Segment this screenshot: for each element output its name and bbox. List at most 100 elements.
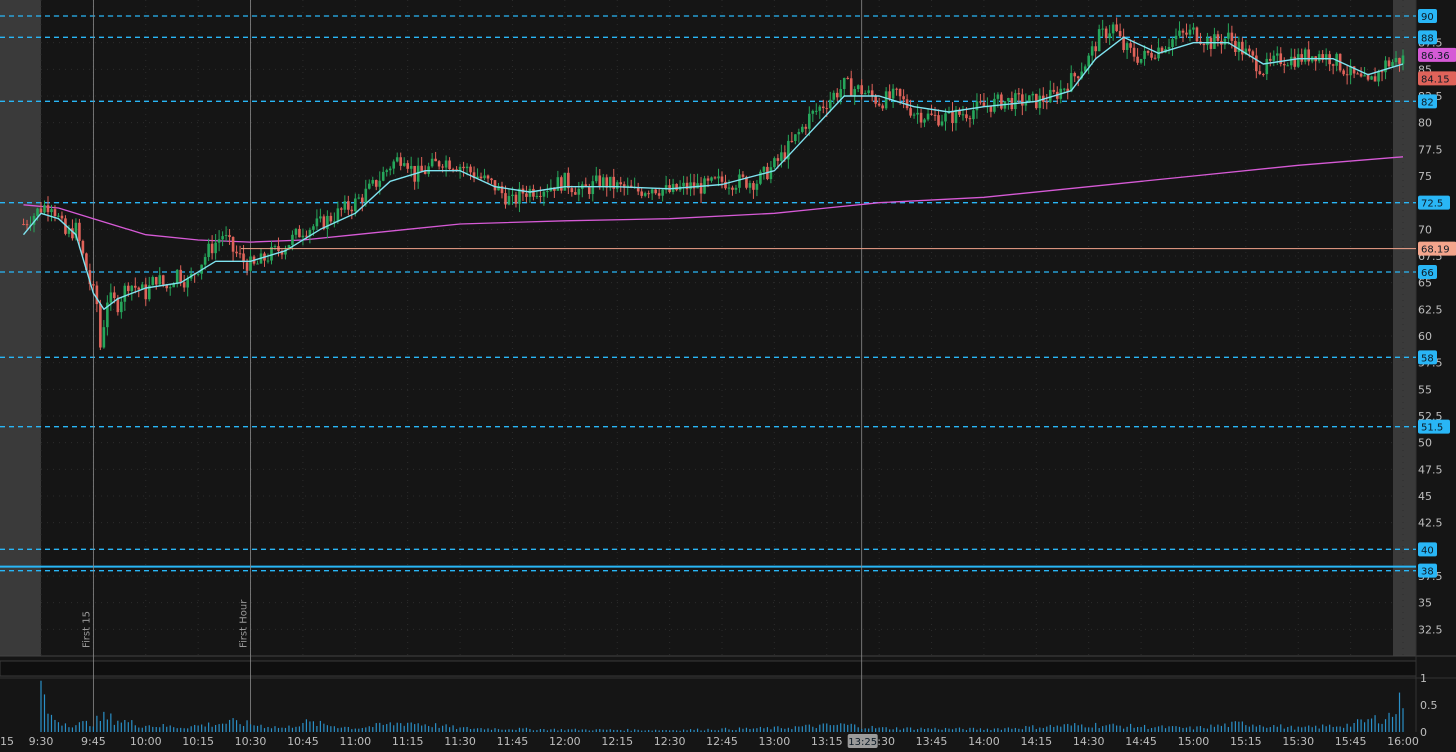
candle-body — [1136, 56, 1139, 63]
time-tick-label: 10:45 — [287, 735, 319, 748]
candle-body — [357, 197, 361, 199]
candle-body — [1017, 93, 1021, 95]
candle-body — [1090, 46, 1094, 56]
level-58-badge-label: 58 — [1421, 353, 1434, 364]
candle-body — [601, 177, 605, 187]
candle-body — [1171, 39, 1174, 47]
candle-body — [1213, 34, 1216, 49]
candle-body — [794, 134, 797, 141]
candle-body — [367, 183, 371, 189]
candle-body — [972, 110, 975, 120]
candle-body — [560, 177, 563, 191]
candle-body — [654, 189, 657, 194]
intraday-chart[interactable]: First 15First Hour 32.53537.54042.54547.… — [0, 0, 1456, 752]
value-86-36-badge-label: 86.36 — [1421, 51, 1450, 62]
cursor-time-label: 13:25 — [848, 737, 877, 748]
candle-body — [1188, 29, 1192, 35]
candle-body — [821, 106, 825, 109]
candle-body — [989, 106, 993, 112]
volume-tick-label: 1 — [1420, 672, 1427, 685]
candle-body — [462, 166, 465, 169]
candle-body — [828, 99, 832, 109]
candle-body — [1366, 75, 1370, 80]
candle-body — [102, 327, 106, 348]
time-tick-label: 13:15 — [811, 735, 843, 748]
value-84-15-badge-label: 84.15 — [1421, 74, 1450, 85]
candle-body — [39, 208, 43, 213]
price-tick-label: 77.5 — [1418, 143, 1443, 156]
candle-body — [109, 292, 113, 303]
candle-body — [1345, 74, 1349, 76]
candle-body — [839, 89, 843, 98]
candle-body — [312, 226, 315, 230]
level-66-badge-label: 66 — [1421, 268, 1434, 279]
candle-body — [1303, 49, 1307, 62]
candle-body — [1108, 33, 1111, 39]
candle-body — [441, 166, 444, 168]
time-tick-label: 10:30 — [235, 735, 267, 748]
candle-body — [661, 189, 664, 196]
candle-body — [490, 178, 493, 181]
candle-body — [1101, 28, 1104, 30]
candle-body — [1007, 97, 1010, 102]
candle-body — [1216, 34, 1220, 41]
level-40-badge-label: 40 — [1421, 545, 1434, 556]
candle-body — [591, 181, 595, 195]
candle-body — [720, 176, 724, 182]
candle-body — [546, 191, 549, 193]
time-tick-label: 11:00 — [339, 735, 371, 748]
candle-body — [179, 269, 182, 283]
candle-body — [706, 178, 710, 181]
candle-body — [1401, 55, 1405, 64]
candle-body — [92, 284, 95, 286]
candle-body — [298, 228, 301, 238]
candle-body — [504, 193, 507, 205]
candle-body — [825, 108, 829, 110]
vertical-marker-label-1: First 15 — [81, 611, 92, 648]
time-tick-label: 11:45 — [497, 735, 529, 748]
candle-body — [1227, 32, 1230, 39]
candle-body — [1293, 56, 1297, 67]
candle-body — [1192, 27, 1195, 30]
candle-body — [291, 234, 294, 246]
candle-body — [1111, 24, 1115, 34]
premarket-shade — [0, 0, 41, 656]
candle-body — [587, 187, 591, 195]
candle-body — [1125, 43, 1129, 50]
candle-body — [731, 187, 734, 190]
candle-body — [619, 182, 623, 185]
candle-body — [689, 182, 692, 190]
candle-body — [113, 292, 116, 299]
candle-body — [570, 188, 574, 193]
candle-body — [856, 85, 860, 90]
candle-body — [1206, 37, 1209, 46]
chart-background — [0, 0, 1456, 752]
time-tick-label: 16:00 — [1387, 735, 1419, 748]
candle-body — [469, 166, 472, 173]
candle-body — [849, 78, 853, 96]
candle-body — [874, 96, 877, 104]
candle-body — [741, 174, 745, 177]
time-tick-label: 11:30 — [444, 735, 476, 748]
candle-body — [699, 183, 703, 194]
candle-body — [1000, 94, 1003, 109]
candle-body — [53, 209, 57, 216]
time-tick-label: 14:15 — [1020, 735, 1052, 748]
candle-body — [430, 158, 434, 167]
candle-body — [465, 166, 469, 169]
volume-tick-label: 0.5 — [1420, 699, 1438, 712]
candle-body — [1181, 30, 1185, 33]
candle-body — [525, 193, 528, 197]
candle-body — [374, 180, 378, 187]
candle-body — [266, 260, 270, 262]
candle-body — [1014, 93, 1017, 110]
candle-body — [154, 277, 158, 285]
candle-body — [437, 161, 441, 167]
candle-body — [1289, 56, 1293, 66]
candle-body — [1038, 95, 1042, 109]
candle-body — [615, 182, 619, 189]
candle-body — [420, 165, 423, 172]
time-tick-label: 12:30 — [654, 735, 686, 748]
candle-body — [650, 189, 654, 194]
price-tick-label: 45 — [1418, 490, 1432, 503]
